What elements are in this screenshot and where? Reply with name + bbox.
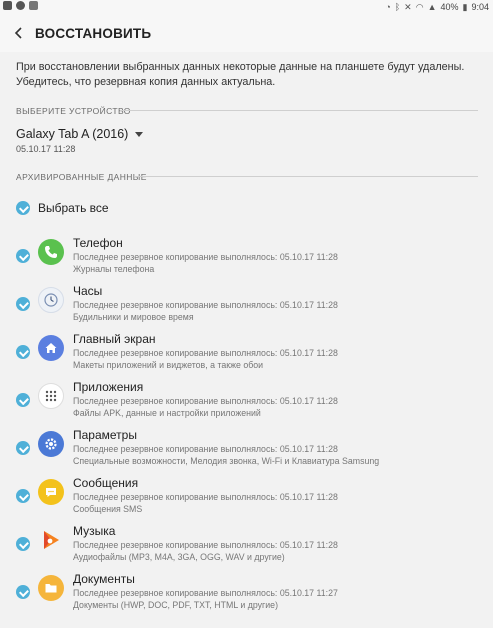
status-left-icons <box>3 1 38 10</box>
item-checkbox[interactable] <box>16 297 30 311</box>
app-icon <box>16 1 25 10</box>
device-section-heading: ВЫБЕРИТЕ УСТРОЙСТВО <box>16 106 131 116</box>
wifi-icon: ◠ <box>415 2 424 12</box>
status-time: 9:04 <box>471 2 489 12</box>
status-bar: ◔ ᛒ ✕ ◠ ▲ 40% ▮ 9:04 <box>0 0 493 14</box>
list-item-home-screen[interactable]: Главный экран Последнее резервное копиро… <box>0 328 493 376</box>
documents-icon <box>38 575 64 601</box>
list-item-settings[interactable]: Параметры Последнее резервное копировани… <box>0 424 493 472</box>
item-name: Музыка <box>73 524 116 538</box>
item-backup-date: Последнее резервное копирование выполнял… <box>73 396 338 406</box>
signal-icon: ▲ <box>427 2 437 12</box>
back-arrow-icon[interactable] <box>10 23 28 43</box>
clock-icon <box>38 287 64 313</box>
list-item-apps[interactable]: Приложения Последнее резервное копирован… <box>0 376 493 424</box>
battery-percent: 40% <box>440 2 459 12</box>
item-description: Будильники и мировое время <box>73 312 194 322</box>
item-name: Приложения <box>73 380 144 394</box>
list-item-messages[interactable]: Сообщения Последнее резервное копировани… <box>0 472 493 520</box>
data-section-heading: АРХИВИРОВАННЫЕ ДАННЫЕ <box>16 172 147 182</box>
item-checkbox[interactable] <box>16 537 30 551</box>
item-checkbox[interactable] <box>16 249 30 263</box>
item-checkbox[interactable] <box>16 441 30 455</box>
apps-icon <box>38 383 64 409</box>
item-checkbox[interactable] <box>16 393 30 407</box>
item-name: Телефон <box>73 236 123 250</box>
item-description: Файлы APK, данные и настройки приложений <box>73 408 261 418</box>
battery-icon: ▮ <box>462 2 468 12</box>
mute-icon: ✕ <box>404 2 412 12</box>
device-selector[interactable]: Galaxy Tab A (2016) <box>16 127 144 141</box>
item-description: Документы (HWP, DOC, PDF, TXT, HTML и др… <box>73 600 278 610</box>
home-icon <box>38 335 64 361</box>
music-icon <box>38 527 64 553</box>
select-all-label: Выбрать все <box>38 201 109 215</box>
item-description: Журналы телефона <box>73 264 155 274</box>
item-backup-date: Последнее резервное копирование выполнял… <box>73 300 338 310</box>
download-icon <box>29 1 38 10</box>
list-item-clock[interactable]: Часы Последнее резервное копирование вып… <box>0 280 493 328</box>
item-name: Сообщения <box>73 476 139 490</box>
item-checkbox[interactable] <box>16 585 30 599</box>
item-name: Документы <box>73 572 135 586</box>
mail-icon <box>3 1 12 10</box>
device-name: Galaxy Tab A (2016) <box>16 127 129 141</box>
item-name: Часы <box>73 284 103 298</box>
item-backup-date: Последнее резервное копирование выполнял… <box>73 540 338 550</box>
divider <box>134 176 478 177</box>
divider <box>120 110 478 111</box>
select-all-checkbox[interactable] <box>16 201 30 215</box>
settings-icon <box>38 431 64 457</box>
content: При восстановлении выбранных данных неко… <box>0 52 493 628</box>
chevron-down-icon <box>135 132 144 137</box>
item-backup-date: Последнее резервное копирование выполнял… <box>73 252 338 262</box>
restore-notice: При восстановлении выбранных данных неко… <box>16 61 465 88</box>
item-checkbox[interactable] <box>16 489 30 503</box>
status-right: ◔ ᛒ ✕ ◠ ▲ 40% ▮ 9:04 <box>385 0 489 14</box>
list-item-phone[interactable]: Телефон Последнее резервное копирование … <box>0 232 493 280</box>
app-bar: ВОССТАНОВИТЬ <box>0 14 493 52</box>
item-backup-date: Последнее резервное копирование выполнял… <box>73 492 338 502</box>
list-item-music[interactable]: Музыка Последнее резервное копирование в… <box>0 520 493 568</box>
page-title: ВОССТАНОВИТЬ <box>35 26 152 41</box>
sync-icon: ◔ <box>385 2 391 12</box>
item-name: Главный экран <box>73 332 156 346</box>
list-item-documents[interactable]: Документы Последнее резервное копировани… <box>0 568 493 616</box>
item-backup-date: Последнее резервное копирование выполнял… <box>73 588 338 598</box>
phone-icon <box>38 239 64 265</box>
item-name: Параметры <box>73 428 137 442</box>
item-description: Сообщения SMS <box>73 504 143 514</box>
item-description: Специальные возможности, Мелодия звонка,… <box>73 456 380 466</box>
device-backup-date: 05.10.17 11:28 <box>16 144 76 154</box>
item-backup-date: Последнее резервное копирование выполнял… <box>73 348 338 358</box>
item-description: Аудиофайлы (MP3, M4A, 3GA, OGG, WAV и др… <box>73 552 285 562</box>
item-description: Макеты приложений и виджетов, а также об… <box>73 360 264 370</box>
messages-icon <box>38 479 64 505</box>
bluetooth-icon: ᛒ <box>394 2 401 12</box>
item-checkbox[interactable] <box>16 345 30 359</box>
item-backup-date: Последнее резервное копирование выполнял… <box>73 444 338 454</box>
